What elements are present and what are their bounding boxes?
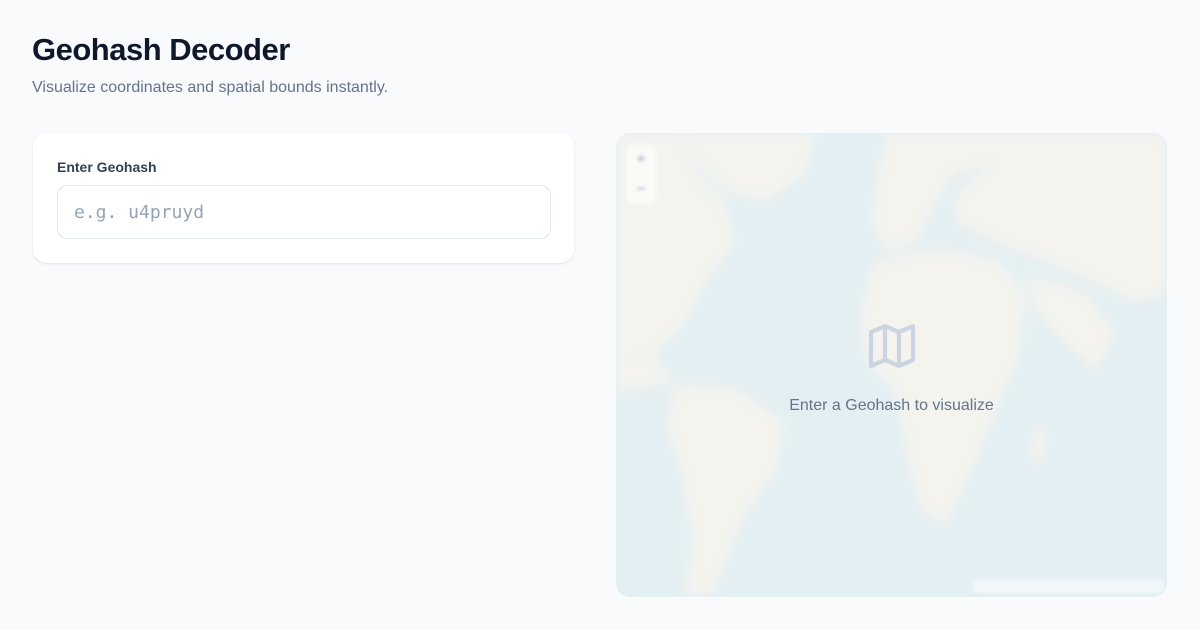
page-subtitle: Visualize coordinates and spatial bounds… xyxy=(32,79,389,96)
map-zoom-controls: + − xyxy=(626,145,656,205)
map-empty-message: Enter a Geohash to visualize xyxy=(789,397,994,414)
map-empty-state: Enter a Geohash to visualize xyxy=(616,318,1167,415)
geohash-input-label: Enter Geohash xyxy=(57,159,157,175)
map-attribution xyxy=(973,579,1163,593)
zoom-out-button[interactable]: − xyxy=(626,175,656,205)
zoom-in-button[interactable]: + xyxy=(626,145,656,175)
map-panel[interactable]: + − Enter a Geohash to visualize xyxy=(616,133,1167,597)
app-page: Geohash Decoder Visualize coordinates an… xyxy=(0,0,1200,630)
geohash-input-card: Enter Geohash xyxy=(33,133,574,263)
map-icon xyxy=(868,324,915,368)
page-title: Geohash Decoder xyxy=(32,32,290,67)
geohash-input[interactable] xyxy=(57,185,551,239)
